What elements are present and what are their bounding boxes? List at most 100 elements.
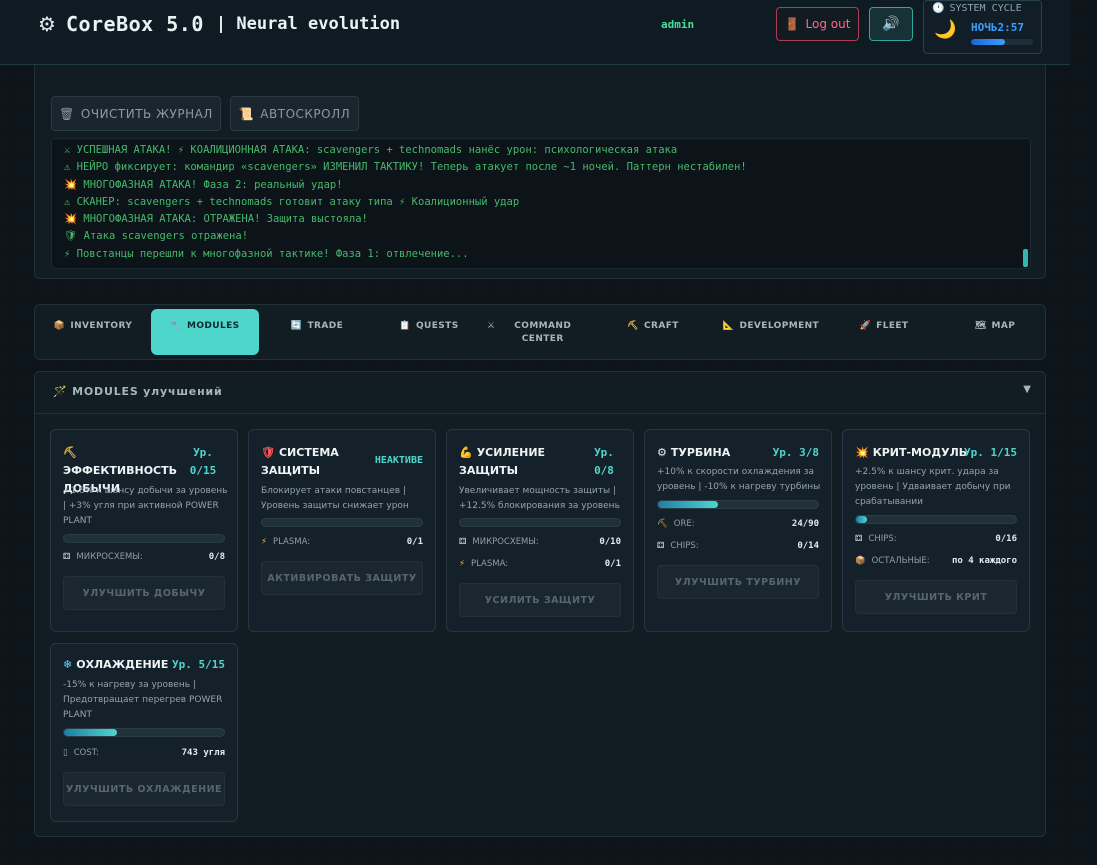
pickaxe-icon: ⛏	[63, 446, 77, 459]
tab-inventory[interactable]: 📦 INVENTORY	[39, 309, 147, 355]
tab-label: MAP	[991, 321, 1016, 331]
module-progress-fill	[64, 729, 118, 736]
requirement-value: 743 угля	[181, 748, 225, 758]
logout-button[interactable]: 🚪 Log out	[776, 7, 859, 41]
clear-log-label: ОЧИСТИТЬ ЖУРНАЛ	[80, 106, 213, 121]
event-log-panel: 🗑 ОЧИСТИТЬ ЖУРНАЛ 📜 АВТОСКРОЛЛ ⚔ УСПЕШНА…	[34, 54, 1046, 279]
tab-craft[interactable]: ⛏ CRAFT	[599, 309, 707, 355]
module-progress-bar	[657, 500, 819, 509]
modules-panel: 🪄 MODULES улучшений ▼ ⛏ЭФФЕКТИВНОСТЬ ДОБ…	[34, 371, 1046, 837]
tab-map[interactable]: 🗺 MAP	[941, 309, 1049, 355]
log-line: ⚡ Повстанцы перешли к многофазной тактик…	[64, 247, 469, 260]
activate-defense-button[interactable]: АКТИВИРОВАТЬ ЗАЩИТУ	[261, 561, 423, 595]
chip-icon: ⚃	[855, 534, 863, 544]
module-requirement: ⚃ МИКРОСХЕМЫ: 0/8	[63, 552, 225, 562]
module-requirement: ⚃ МИКРОСХЕМЫ: 0/10	[459, 537, 621, 547]
chip-icon: ⚃	[657, 541, 665, 551]
requirement-value: 0/14	[797, 541, 819, 551]
module-card-crit: 💥 КРИТ-МОДУЛЬ Ур. 1/15 +2.5% к шансу крит…	[842, 429, 1030, 632]
tab-label: QUESTS	[415, 321, 459, 331]
requirement-value: 0/10	[599, 537, 621, 547]
chip-icon: ⚃	[459, 537, 467, 547]
upgrade-crit-button[interactable]: УЛУЧШИТЬ КРИТ	[855, 580, 1017, 614]
module-progress-bar	[63, 728, 225, 737]
lightning-icon: ⚡	[261, 537, 267, 547]
module-title: 💥 КРИТ-МОДУЛЬ	[855, 444, 967, 462]
tab-development[interactable]: 📐 DEVELOPMENT	[711, 309, 831, 355]
app-subtitle: | Neural evolution	[215, 14, 401, 34]
modules-title-text: MODULES улучшений	[72, 385, 223, 398]
module-card-cooling: ❄ ОХЛАЖДЕНИЕ Ур. 5/15 -15% к нагреву за у…	[50, 643, 238, 822]
module-level: Ур. 5/15	[172, 658, 225, 671]
log-scrollbar[interactable]	[1023, 249, 1028, 267]
module-title: ❄ ОХЛАЖДЕНИЕ	[63, 656, 168, 674]
boost-defense-button[interactable]: УСИЛИТЬ ЗАЩИТУ	[459, 583, 621, 617]
event-log[interactable]: ⚔ УСПЕШНАЯ АТАКА! ⚡ КОАЛИЦИОННАЯ АТАКА: …	[51, 138, 1031, 269]
requirement-label: МИКРОСХЕМЫ:	[76, 552, 143, 562]
upgrade-mining-button[interactable]: УЛУЧШИТЬ ДОБЫЧУ	[63, 576, 225, 610]
lightning-icon: ⚡	[459, 559, 465, 569]
requirement-label: МИКРОСХЕМЫ:	[472, 537, 539, 547]
module-title: 🛡 СИСТЕМА ЗАЩИТЫ	[261, 444, 361, 480]
tab-label: INVENTORY	[70, 321, 133, 331]
requirement-label: COST:	[73, 748, 99, 758]
module-requirement: ⚃ CHIPS: 0/16	[855, 534, 1017, 544]
tab-quests[interactable]: 📋 QUESTS	[375, 309, 483, 355]
autoscroll-button[interactable]: 📜 АВТОСКРОЛЛ	[230, 96, 359, 131]
module-progress-fill	[856, 516, 867, 523]
explosion-icon: 💥	[855, 446, 869, 459]
module-progress-bar	[63, 534, 225, 543]
door-icon: 🚪	[784, 17, 800, 31]
module-requirement: ⚡ PLASMA: 0/1	[261, 537, 423, 547]
refresh-icon: 🔄	[290, 321, 303, 331]
log-line: 💥 МНОГОФАЗНАЯ АТАКА! Фаза 2: реальный уд…	[64, 178, 343, 191]
requirement-label: CHIPS:	[670, 541, 699, 551]
tab-label: TRADE	[307, 321, 344, 331]
app-title: ⚙ CoreBox 5.0 | Neural evolution	[38, 12, 400, 36]
module-description: +1.8% к шансу добычи за уровень | +3% уг…	[63, 486, 228, 526]
log-line: ⚠ СКАНЕР: scavengers + technomads готови…	[64, 195, 520, 208]
document-icon: ▯	[63, 748, 68, 758]
muscle-icon: 💪	[459, 446, 473, 459]
requirement-label: PLASMA:	[272, 537, 311, 547]
speaker-icon: 🔊	[882, 16, 900, 32]
module-title-text: КРИТ-МОДУЛЬ	[872, 446, 968, 459]
upgrade-turbine-button[interactable]: УЛУЧШИТЬ ТУРБИНУ	[657, 565, 819, 599]
tab-label: CRAFT	[644, 321, 679, 331]
module-card-turbine: ⚙ ТУРБИНА Ур. 3/8 +10% к скорости охлажде…	[644, 429, 832, 632]
gear-icon: ⚙	[38, 12, 56, 36]
clear-log-button[interactable]: 🗑 ОЧИСТИТЬ ЖУРНАЛ	[51, 96, 221, 131]
module-level: Ур. 0/15	[189, 446, 217, 477]
upgrade-cooling-button[interactable]: УЛУЧШИТЬ ОХЛАЖДЕНИЕ	[63, 772, 225, 806]
wrench-icon: 🔧	[170, 321, 183, 331]
tab-command-center[interactable]: ⚔ COMMAND CENTER	[487, 309, 585, 355]
module-description: Блокирует атаки повстанцев | Уровень защ…	[261, 486, 409, 511]
tab-label: COMMAND CENTER	[514, 321, 572, 344]
module-card-defense-system: 🛡 СИСТЕМА ЗАЩИТЫ НЕАКТИВЕ Блокирует атаки…	[248, 429, 436, 632]
module-title-text: ТУРБИНА	[670, 446, 731, 459]
module-card-defense-boost: 💪 УСИЛЕНИЕ ЗАЩИТЫ Ур. 0/8 Увеличивает мощ…	[446, 429, 634, 632]
shield-icon: 🛡	[261, 446, 275, 459]
module-description: +10% к скорости охлаждения за уровень | …	[657, 467, 821, 492]
sound-toggle-button[interactable]: 🔊	[869, 7, 913, 41]
box-icon: 📦	[53, 321, 66, 331]
collapse-toggle-icon[interactable]: ▼	[1023, 384, 1031, 395]
chip-icon: ⚃	[63, 552, 71, 562]
tab-fleet[interactable]: 🚀 FLEET	[830, 309, 938, 355]
modules-header[interactable]: 🪄 MODULES улучшений ▼	[35, 372, 1045, 414]
modules-title: 🪄 MODULES улучшений	[53, 385, 222, 398]
cycle-progress-bar	[971, 39, 1033, 45]
requirement-label: ОСТАЛЬНЫЕ:	[871, 556, 930, 566]
module-level: Ур. 0/8	[594, 446, 614, 477]
requirement-label: ORE:	[673, 519, 695, 529]
snowflake-icon: ❄	[63, 658, 73, 671]
log-line: ⚔ УСПЕШНАЯ АТАКА! ⚡ КОАЛИЦИОННАЯ АТАКА: …	[64, 144, 678, 156]
requirement-value: 24/90	[791, 519, 819, 529]
logout-label: Log out	[805, 17, 851, 31]
tab-modules[interactable]: 🔧 MODULES	[151, 309, 259, 355]
gear-icon: ⚙	[657, 446, 667, 459]
tab-trade[interactable]: 🔄 TRADE	[263, 309, 371, 355]
wand-icon: 🪄	[53, 385, 68, 398]
module-level: Ур. 3/8	[772, 446, 819, 459]
tab-label: DEVELOPMENT	[739, 321, 820, 331]
